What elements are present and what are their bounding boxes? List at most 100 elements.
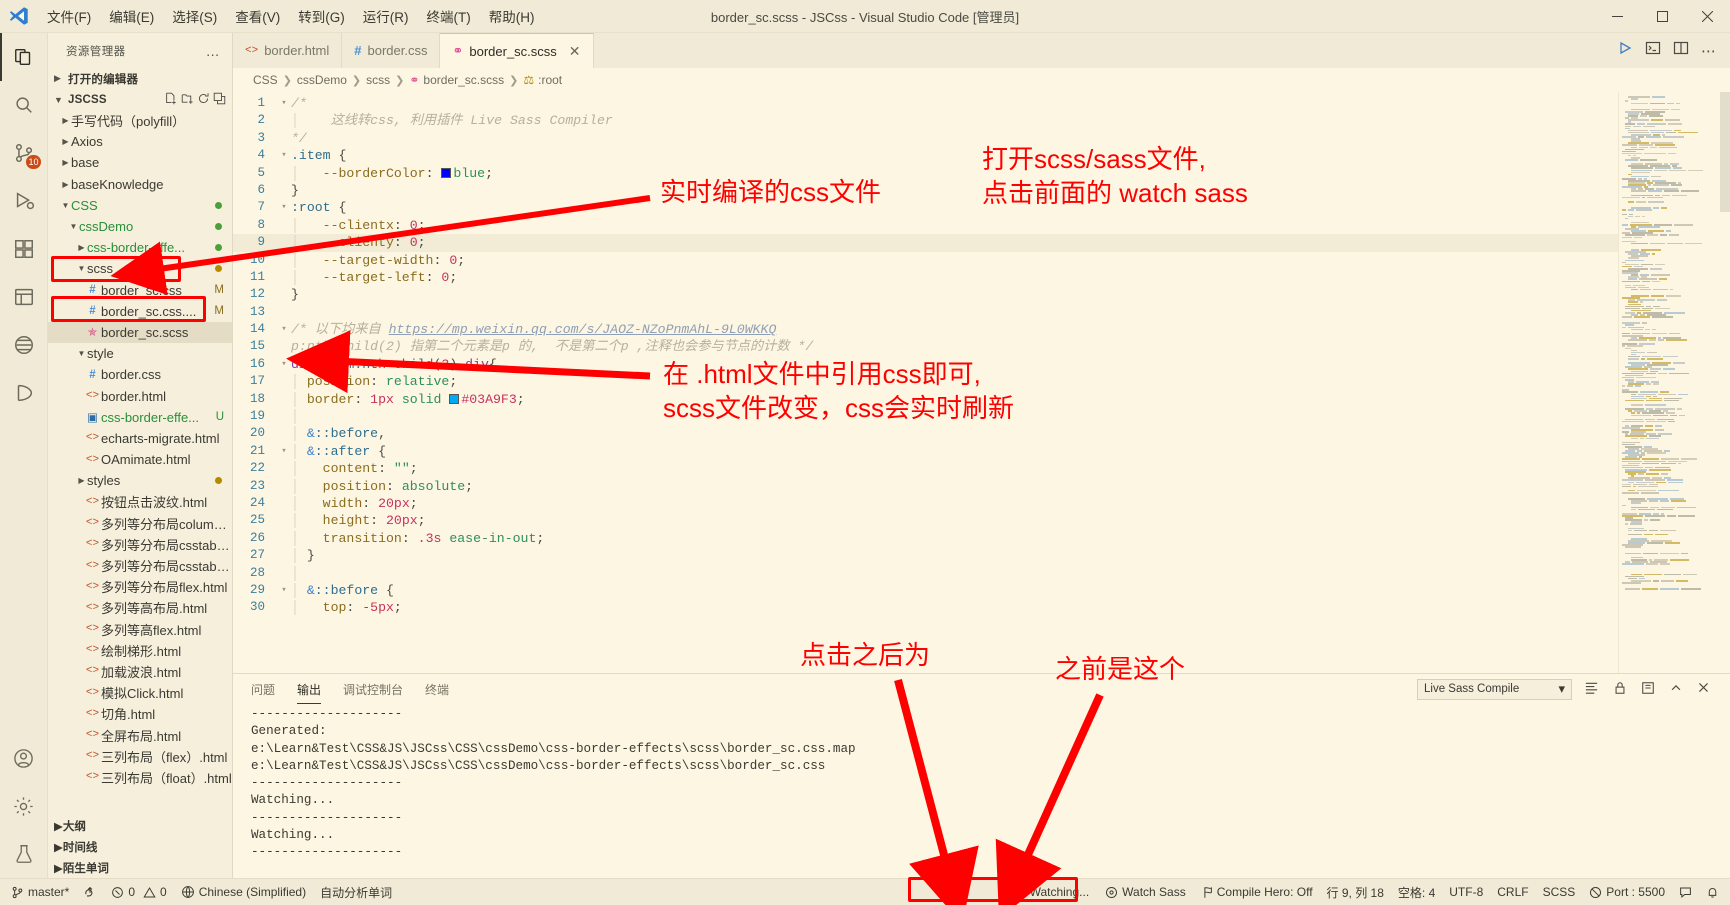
menu-item-go[interactable]: 转到(G)	[289, 3, 354, 29]
panel-tab-terminal[interactable]: 终端	[425, 674, 449, 704]
code-line[interactable]: 14 ▾/* 以下均来自 https://mp.weixin.qq.com/s/J…	[233, 321, 1618, 338]
branch-status[interactable]: master*	[4, 879, 76, 905]
tab-border-html[interactable]: <> border.html	[233, 33, 343, 68]
fold-chevron-icon[interactable]: ▾	[277, 356, 291, 373]
menu-item-edit[interactable]: 编辑(E)	[100, 3, 163, 29]
watching-status[interactable]: Watching...	[1006, 879, 1097, 905]
code-line[interactable]: 4 ▾ .item {	[233, 147, 1618, 164]
tree-item-border_sc.scss[interactable]: ✯ border_sc.scss	[48, 321, 232, 344]
code-line[interactable]: 27 │ }	[233, 547, 1618, 564]
test-explorer-icon[interactable]	[0, 273, 48, 321]
menu-item-selection[interactable]: 选择(S)	[163, 3, 226, 29]
tree-item-float.html[interactable]: <> 三列布局（float）.html	[48, 767, 232, 788]
explorer-icon[interactable]	[0, 33, 48, 81]
code-line[interactable]: 29 ▾ │ &::before {	[233, 582, 1618, 599]
tree-item-polyfill[interactable]: ▶ 手写代码（polyfill）	[48, 110, 232, 131]
new-file-icon[interactable]	[165, 92, 178, 108]
code-line[interactable]: 6}	[233, 182, 1618, 199]
tab-border-css[interactable]: # border.css	[342, 33, 441, 68]
collapse-all-icon[interactable]	[213, 92, 226, 108]
menu-item-help[interactable]: 帮助(H)	[480, 3, 544, 29]
code-line[interactable]: 24 │ width: 20px;	[233, 495, 1618, 512]
maximize-panel-icon[interactable]	[1667, 681, 1685, 698]
section-outline[interactable]: ▶ 大纲	[48, 815, 232, 836]
menu-item-run[interactable]: 运行(R)	[354, 3, 418, 29]
language-status-chinese[interactable]: Chinese (Simplified)	[174, 879, 313, 905]
auto-analyze-words[interactable]: 自动分析单词	[313, 879, 399, 905]
tab-close-icon[interactable]: ✕	[569, 43, 581, 60]
close-button[interactable]	[1685, 0, 1730, 33]
tree-item-echarts-migrate.html[interactable]: <> echarts-migrate.html	[48, 428, 232, 449]
fold-chevron-icon[interactable]: ▾	[277, 199, 291, 216]
fold-chevron-icon[interactable]: ▾	[277, 443, 291, 460]
breadcrumb-item-symbol[interactable]: ⚖ :root	[523, 73, 562, 87]
tree-item-styles[interactable]: ▶ styles	[48, 470, 232, 491]
tree-item-border_sc.css[interactable]: # border_sc.css M	[48, 280, 232, 301]
code-line[interactable]: 19 │	[233, 408, 1618, 425]
beaker-icon[interactable]	[0, 830, 48, 878]
tree-item-border.html[interactable]: <> border.html	[48, 385, 232, 406]
fold-chevron-icon[interactable]: ▾	[277, 147, 291, 164]
tree-item-border.css[interactable]: # border.css	[48, 364, 232, 385]
tree-item-flex.html[interactable]: <> 三列布局（flex）.html	[48, 746, 232, 767]
tree-item-csstable...[interactable]: <> 多列等分布局csstable...	[48, 555, 232, 576]
search-icon[interactable]	[0, 81, 48, 129]
more-actions-icon[interactable]: ⋯	[1701, 42, 1716, 60]
tree-item-csstable...[interactable]: <> 多列等分布局csstable...	[48, 534, 232, 555]
notifications-bell-icon[interactable]	[1699, 879, 1726, 905]
code-line[interactable]: 3 */	[233, 130, 1618, 147]
close-panel-icon[interactable]	[1695, 681, 1712, 697]
editor-scrollbar-thumb[interactable]	[1720, 92, 1730, 212]
tree-item-.html[interactable]: <> 加载波浪.html	[48, 661, 232, 682]
minimap[interactable]	[1618, 92, 1730, 673]
tree-item-css[interactable]: ▼ CSS	[48, 195, 232, 216]
panel-tab-output[interactable]: 输出	[297, 674, 322, 704]
tree-item-baseknowledge[interactable]: ▶ baseKnowledge	[48, 174, 232, 195]
menu-item-file[interactable]: 文件(F)	[38, 3, 100, 29]
breadcrumb-item-file[interactable]: ⚭ border_sc.scss	[409, 73, 504, 87]
code-line[interactable]: 30 │ top: -5px;	[233, 599, 1618, 616]
extensions-icon[interactable]	[0, 225, 48, 273]
breadcrumb-item-cssdemo[interactable]: cssDemo	[297, 73, 347, 87]
output-channel-select[interactable]: Live Sass Compile ▾	[1417, 678, 1572, 700]
section-timeline[interactable]: ▶ 时间线	[48, 836, 232, 857]
code-line[interactable]: 11 │ --target-left: 0;	[233, 269, 1618, 286]
code-line[interactable]: 21 ▾ │ &::after {	[233, 443, 1618, 460]
refresh-icon[interactable]	[197, 92, 210, 108]
breadcrumb-item-scss[interactable]: scss	[366, 73, 390, 87]
clear-output-icon[interactable]	[1582, 680, 1601, 698]
code-line[interactable]: 20 │ &::before,	[233, 425, 1618, 442]
encoding-status[interactable]: UTF-8	[1442, 879, 1490, 905]
problems-status[interactable]: 0 0	[104, 879, 173, 905]
code-line[interactable]: 8 │ --clientx: 0;	[233, 217, 1618, 234]
tree-item-.html[interactable]: <> 绘制梯形.html	[48, 640, 232, 661]
tab-border-sc-scss[interactable]: ⚭ border_sc.scss ✕	[440, 33, 594, 68]
source-control-icon[interactable]: 10	[0, 129, 48, 177]
maximize-button[interactable]	[1640, 0, 1685, 33]
minimize-button[interactable]	[1595, 0, 1640, 33]
code-line[interactable]: 28 │	[233, 565, 1618, 582]
panel-tab-debug-console[interactable]: 调试控制台	[343, 674, 403, 704]
code-line[interactable]: 17 │ position: relative;	[233, 373, 1618, 390]
sidebar-more-icon[interactable]: …	[202, 43, 224, 59]
tree-item-scss[interactable]: ▼ scss	[48, 258, 232, 279]
eol-status[interactable]: CRLF	[1490, 879, 1535, 905]
code-line[interactable]: 5 │ --borderColor: blue;	[233, 165, 1618, 182]
code-line[interactable]: 12}	[233, 286, 1618, 303]
live-server-port[interactable]: Port : 5500	[1582, 879, 1672, 905]
tree-item-border_sc.css....[interactable]: # border_sc.css.... M	[48, 301, 232, 322]
tree-item-flex.html[interactable]: <> 多列等分布局flex.html	[48, 576, 232, 597]
tree-item-css-border-effe...[interactable]: ▶ css-border-effe...	[48, 237, 232, 258]
code-line[interactable]: 23 │ position: absolute;	[233, 478, 1618, 495]
tree-item-flex.html[interactable]: <> 多列等高flex.html	[48, 619, 232, 640]
settings-gear-icon[interactable]	[0, 782, 48, 830]
split-terminal-icon[interactable]	[1645, 40, 1661, 61]
sync-status[interactable]	[76, 879, 104, 905]
code-line[interactable]: 22 │ content: "";	[233, 460, 1618, 477]
tree-item-oamimate.html[interactable]: <> OAmimate.html	[48, 449, 232, 470]
tree-item-base[interactable]: ▶ base	[48, 152, 232, 173]
run-debug-icon[interactable]	[0, 177, 48, 225]
tree-item-click.html[interactable]: <> 模拟Click.html	[48, 682, 232, 703]
code-line[interactable]: 25 │ height: 20px;	[233, 512, 1618, 529]
split-editor-icon[interactable]	[1673, 40, 1689, 61]
